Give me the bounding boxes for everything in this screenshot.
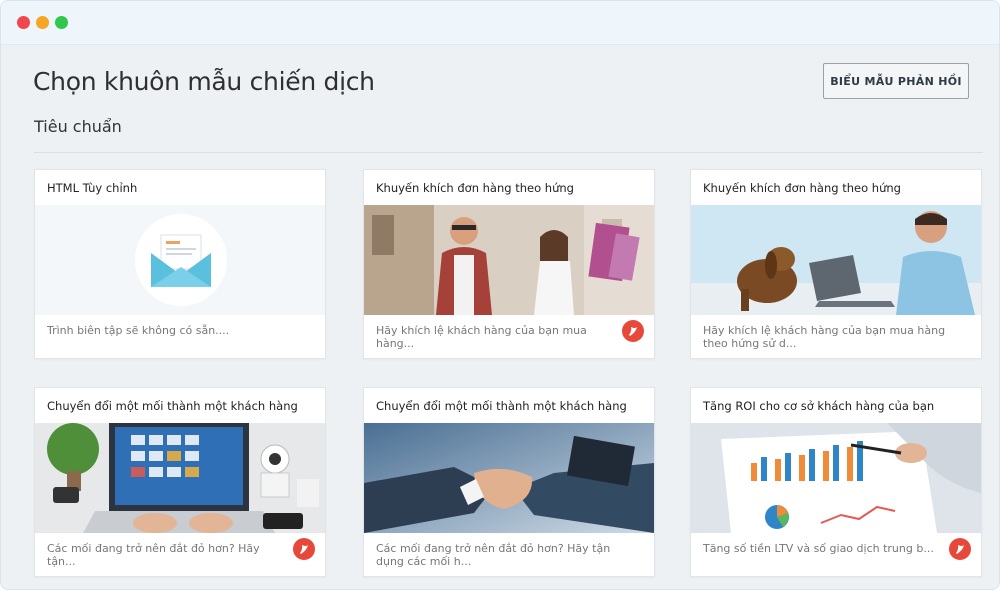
card-description: Hãy khích lệ khách hàng của bạn mua hàng… xyxy=(703,324,946,350)
minimize-window-dot[interactable] xyxy=(36,16,49,29)
card-description: Các mối đang trở nên đắt đỏ hơn? Hãy tận… xyxy=(47,542,260,568)
chart-report-photo xyxy=(691,423,981,533)
shopping-couple-photo xyxy=(364,205,654,315)
card-title: Chuyển đổi một mối thành một khách hàng xyxy=(376,399,627,413)
handshake-photo xyxy=(364,423,654,533)
template-card-impulse-order-2[interactable]: Khuyến khích đơn hàng theo hứng Hãy khíc… xyxy=(690,169,982,359)
section-title: Tiêu chuẩn xyxy=(34,117,122,136)
card-description: Tăng số tiền LTV và số giao dịch trung b… xyxy=(703,542,934,555)
template-card-custom-html[interactable]: HTML Tùy chỉnh Trình biên tập sẽ không c… xyxy=(34,169,326,359)
man-laptop-dog-photo xyxy=(691,205,981,315)
title-bar xyxy=(1,1,999,45)
flame-badge-icon xyxy=(622,320,644,342)
template-card-increase-roi[interactable]: Tăng ROI cho cơ sở khách hàng của bạn Tă… xyxy=(690,387,982,577)
template-card-convert-lead-1[interactable]: Chuyển đổi một mối thành một khách hàng xyxy=(34,387,326,577)
page-title: Chọn khuôn mẫu chiến dịch xyxy=(33,67,375,96)
card-description: Hãy khích lệ khách hàng của bạn mua hàng… xyxy=(376,324,587,350)
card-title: Khuyến khích đơn hàng theo hứng xyxy=(703,181,901,195)
laptop-desk-photo xyxy=(35,423,325,533)
template-card-impulse-order-1[interactable]: Khuyến khích đơn hàng theo hứng Hãy khíc… xyxy=(363,169,655,359)
card-title: Chuyển đổi một mối thành một khách hàng xyxy=(47,399,298,413)
card-title: Khuyến khích đơn hàng theo hứng xyxy=(376,181,574,195)
flame-badge-icon xyxy=(293,538,315,560)
envelope-illustration xyxy=(35,205,325,315)
close-window-dot[interactable] xyxy=(17,16,30,29)
app-window: Chọn khuôn mẫu chiến dịch BIỂU MẪU PHẢN … xyxy=(0,0,1000,590)
flame-badge-icon xyxy=(949,538,971,560)
maximize-window-dot[interactable] xyxy=(55,16,68,29)
template-card-convert-lead-2[interactable]: Chuyển đổi một mối thành một khách hàng xyxy=(363,387,655,577)
card-title: HTML Tùy chỉnh xyxy=(47,181,138,195)
card-title: Tăng ROI cho cơ sở khách hàng của bạn xyxy=(703,399,935,413)
section-divider xyxy=(34,152,983,153)
card-description: Trình biên tập sẽ không có sẵn.... xyxy=(47,324,230,337)
feedback-form-button[interactable]: BIỂU MẪU PHẢN HỒI xyxy=(823,63,969,99)
card-description: Các mối đang trở nên đắt đỏ hơn? Hãy tận… xyxy=(376,542,611,568)
